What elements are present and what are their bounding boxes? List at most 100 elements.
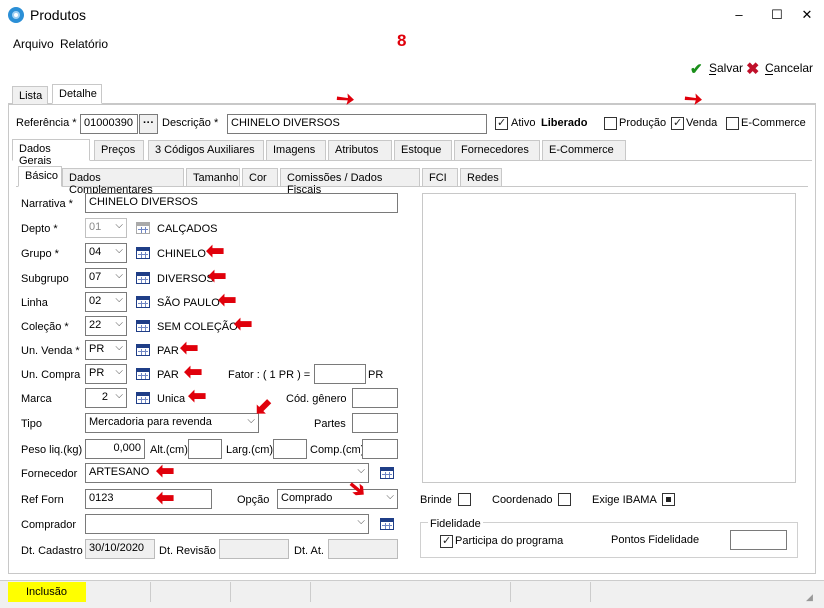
narrativa-field[interactable]: CHINELO DIVERSOS [85,193,398,213]
fornecedor-select[interactable]: ARTESANO ⌵ [85,463,369,483]
codgenero-field[interactable] [352,388,398,408]
grupo-label: Grupo * [21,248,59,260]
uncompra-desc: PAR [157,369,179,381]
menu-relatorio[interactable]: Relatório [60,37,108,51]
fornecedor-lookup-icon[interactable] [380,467,394,479]
dtcadastro-field: 30/10/2020 [85,539,155,559]
tab-estoque[interactable]: Estoque [394,140,452,160]
save-accelerator-underline [709,74,716,75]
tab-redes[interactable]: Redes [460,168,502,186]
red-arrow-annotation: ⬅ [206,238,225,263]
unvenda-value: PR [89,343,105,355]
subgrupo-select[interactable]: 07 ⌵ [85,268,127,288]
unvenda-lookup-icon[interactable] [136,344,150,356]
tab-dados-complementares[interactable]: Dados Complementares [62,168,184,196]
depto-select[interactable]: 01 ⌵ [85,218,127,238]
status-separator [590,582,591,602]
dtrevisao-field [219,539,289,559]
pontos-field[interactable] [730,530,787,550]
descricao-field[interactable]: CHINELO DIVERSOS [227,114,487,134]
grupo-lookup-icon[interactable] [136,247,150,259]
tab-codigos-auxiliares[interactable]: 3 Códigos Auxiliares [148,140,264,160]
tab-ecommerce[interactable]: E-Commerce [542,140,626,160]
peso-field[interactable]: 0,000 [85,439,145,459]
linha-lookup-icon[interactable] [136,296,150,308]
grupo-select[interactable]: 04 ⌵ [85,243,127,263]
tab-dados-gerais[interactable]: Dados Gerais [12,139,90,167]
linha-label: Linha [21,297,48,309]
alt-field[interactable] [188,439,222,459]
colecao-lookup-icon[interactable] [136,320,150,332]
alt-label: Alt.(cm) [150,444,188,456]
fator-label: Fator : ( 1 PR ) = [228,369,311,381]
resize-grip-icon[interactable]: ◢ [806,592,818,604]
tab-fornecedores[interactable]: Fornecedores [454,140,540,160]
tab-detalhe[interactable]: Detalhe [52,84,102,104]
uncompra-select[interactable]: PR ⌵ [85,364,127,384]
grupo-desc: CHINELO [157,248,206,260]
colecao-value: 22 [89,319,102,331]
comp-field[interactable] [362,439,398,459]
fator-unit: PR [368,369,384,381]
narrativa-label: Narrativa * [21,198,73,210]
app-icon [8,7,24,23]
linha-select[interactable]: 02 ⌵ [85,292,127,312]
tab-tamanho[interactable]: Tamanho [186,168,240,186]
ativo-checkbox[interactable] [495,117,508,130]
dtrevisao-label: Dt. Revisão [159,545,216,557]
participa-checkbox[interactable] [440,535,453,548]
tab-imagens[interactable]: Imagens [266,140,326,160]
colecao-label: Coleção * [21,321,69,333]
marca-lookup-icon[interactable] [136,392,150,404]
status-mode: Inclusão [8,582,86,602]
comprador-lookup-icon[interactable] [380,518,394,530]
unvenda-select[interactable]: PR ⌵ [85,340,127,360]
subgrupo-lookup-icon[interactable] [136,272,150,284]
tab-precos[interactable]: Preços [94,140,144,160]
tipo-select[interactable]: Mercadoria para revenda ⌵ [85,413,259,433]
depto-lookup-icon[interactable] [136,222,150,234]
referencia-lookup-button[interactable]: ··· [139,114,158,134]
cancel-accelerator-underline [765,74,773,75]
larg-field[interactable] [273,439,307,459]
window-title: Produtos [30,7,87,23]
unvenda-label: Un. Venda * [21,345,80,357]
larg-label: Larg.(cm) [226,444,274,456]
exige-ibama-checkbox[interactable] [662,493,675,506]
image-preview-area [422,193,796,483]
unvenda-desc: PAR [157,345,179,357]
referencia-label: Referência * [16,117,77,129]
comprador-select[interactable]: ⌵ [85,514,369,534]
refforn-field[interactable]: 0123 [85,489,212,509]
close-button[interactable]: ✕ [790,0,824,30]
cancel-button[interactable]: Cancelar [765,61,813,75]
red-arrow-annotation: ⬅ [234,311,253,336]
colecao-desc: SEM COLEÇÃO [157,321,238,333]
tab-atributos[interactable]: Atributos [328,140,392,160]
producao-checkbox[interactable] [604,117,617,130]
uncompra-lookup-icon[interactable] [136,368,150,380]
referencia-field[interactable]: 01000390 [80,114,138,134]
tab-fci[interactable]: FCI [422,168,458,186]
tab-basico[interactable]: Básico [18,166,62,187]
tab-cor[interactable]: Cor [242,168,278,186]
ecommerce-checkbox[interactable] [726,117,739,130]
venda-checkbox[interactable] [671,117,684,130]
save-button[interactable]: Salvar [709,61,743,75]
tab-lista[interactable]: Lista [12,86,48,104]
brinde-checkbox[interactable] [458,493,471,506]
menu-arquivo[interactable]: Arquivo [13,37,54,51]
partes-field[interactable] [352,413,398,433]
tab-comissoes[interactable]: Comissões / Dados Fiscais [280,168,420,196]
status-bar [0,580,824,608]
tipo-value: Mercadoria para revenda [89,416,212,428]
marca-select[interactable]: 2 ⌵ [85,388,127,408]
opcao-select[interactable]: Comprado ⌵ [277,489,398,509]
uncompra-value: PR [89,367,105,379]
codgenero-label: Cód. gênero [286,393,347,405]
fator-field[interactable] [314,364,366,384]
checkmark-icon: ✔ [690,61,703,78]
title-bar [0,0,824,30]
colecao-select[interactable]: 22 ⌵ [85,316,127,336]
coordenado-checkbox[interactable] [558,493,571,506]
